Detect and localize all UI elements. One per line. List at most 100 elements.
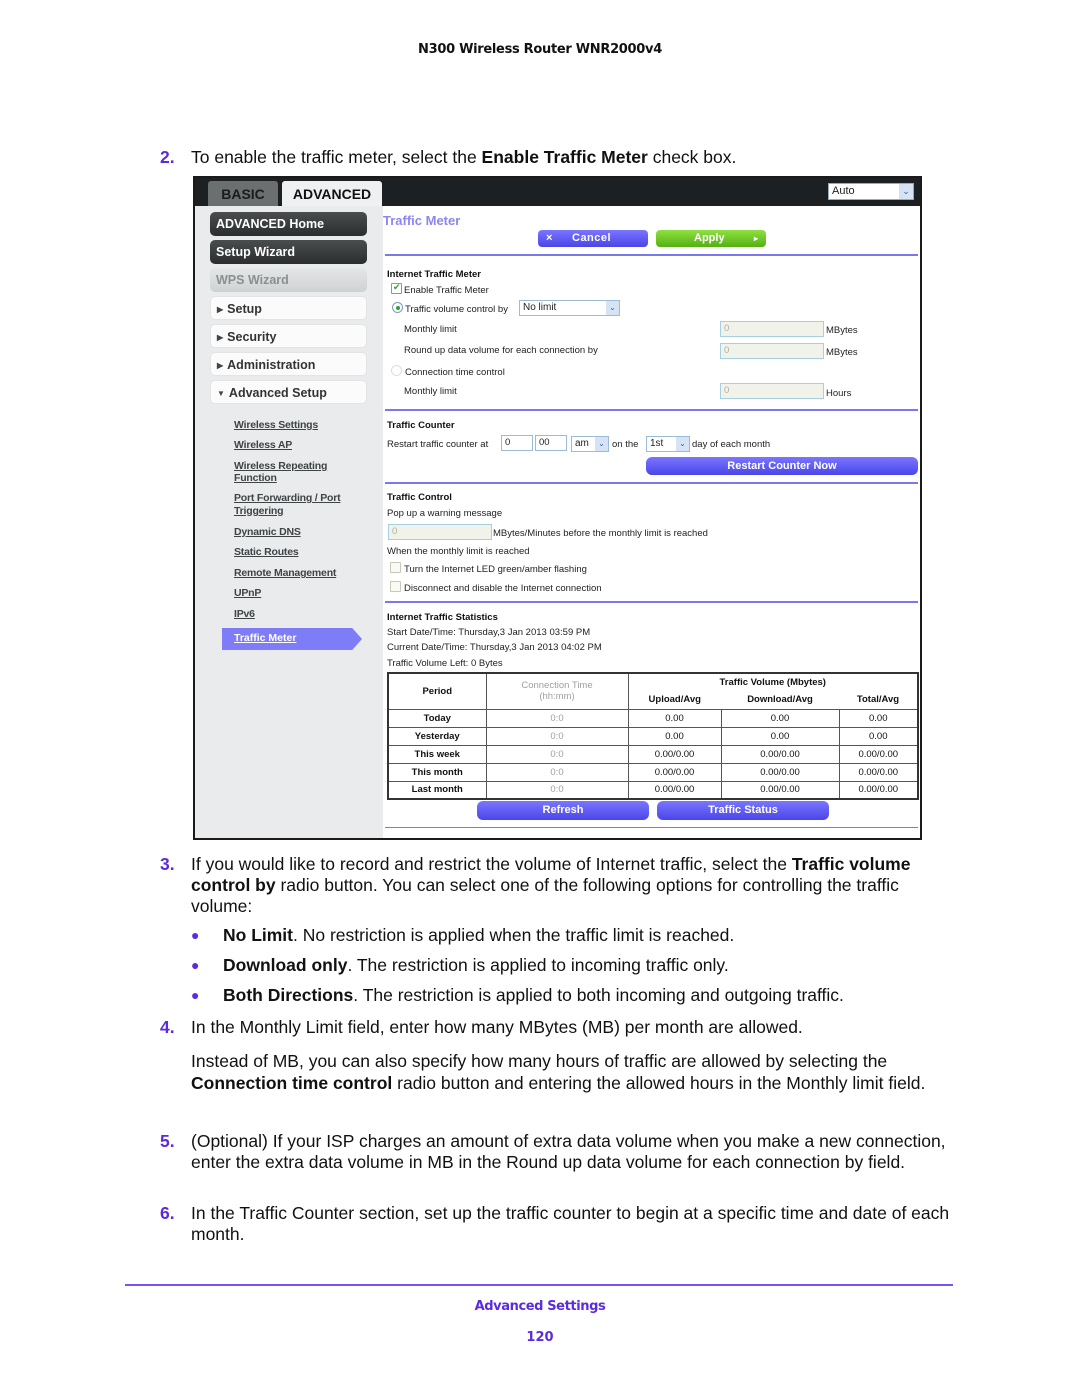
tab-basic[interactable]: BASIC xyxy=(208,181,278,206)
popup-warning-input[interactable]: 0 xyxy=(388,524,492,540)
step-text: check box. xyxy=(647,147,737,167)
sidebar-link-wireless-settings[interactable]: Wireless Settings xyxy=(234,419,318,431)
cell-upload: 0.00/0.00 xyxy=(627,780,722,800)
caret-right-icon: ▶ xyxy=(217,361,224,370)
sidebar-link-wireless-repeating[interactable]: Wireless Repeating xyxy=(234,460,327,472)
traffic-statistics-table: Period Connection Time (hh:mm) Traffic Vo… xyxy=(387,672,919,800)
sidebar: ADVANCED Home Setup Wizard WPS Wizard ▶ S… xyxy=(195,206,383,838)
volume-control-value: No limit xyxy=(523,302,557,313)
cell-total: 0.00/0.00 xyxy=(838,780,919,800)
caret-down-icon: ▼ xyxy=(217,389,225,398)
bullet-text: . The restriction is applied to both inc… xyxy=(353,985,844,1005)
volume-control-select[interactable]: No limit ⌄ xyxy=(519,300,620,316)
step-6: 6. In the Traffic Counter section, set u… xyxy=(160,1203,950,1245)
play-arrow-icon: ▸ xyxy=(754,234,759,243)
sidebar-link-upnp[interactable]: UPnP xyxy=(234,587,261,599)
sidebar-link-wireless-ap[interactable]: Wireless AP xyxy=(234,439,292,451)
cell-upload: 0.00/0.00 xyxy=(627,762,722,782)
step-text: radio button. You can select one of the … xyxy=(191,875,899,916)
bullet-both-directions: ● Both Directions. The restriction is ap… xyxy=(191,985,951,1006)
restart-counter-now-button[interactable]: Restart Counter Now xyxy=(646,457,918,475)
ampm-select[interactable]: am ⌄ xyxy=(571,436,609,452)
sidebar-administration[interactable]: ▶ Administration xyxy=(210,352,367,376)
sidebar-setup-wizard[interactable]: Setup Wizard xyxy=(210,240,367,264)
time-monthly-limit-input[interactable]: 0 xyxy=(720,383,824,399)
step-number: 3. xyxy=(160,854,175,874)
header-total: Total/Avg xyxy=(839,691,919,710)
table-row: Today 0:0 0.00 0.00 0.00 xyxy=(387,708,919,728)
cell-total: 0.00/0.00 xyxy=(838,744,919,764)
cell-total: 0.00 xyxy=(838,708,919,728)
sidebar-link-dynamic-dns[interactable]: Dynamic DNS xyxy=(234,526,301,538)
header-connection-time-unit: (hh:mm) xyxy=(539,691,575,703)
round-up-unit: MBytes xyxy=(826,347,858,358)
footer-divider xyxy=(125,1284,953,1286)
enable-traffic-meter-checkbox[interactable] xyxy=(391,282,402,294)
step-4: 4. In the Monthly Limit field, enter how… xyxy=(160,1017,950,1038)
cancel-button[interactable]: × Cancel xyxy=(538,230,648,247)
note-text: Instead of MB, you can also specify how … xyxy=(191,1051,888,1071)
sidebar-wps-wizard[interactable]: WPS Wizard xyxy=(210,268,367,292)
page-title: Traffic Meter xyxy=(383,213,461,228)
chevron-down-icon: ⌄ xyxy=(676,437,689,451)
caret-right-icon: ▶ xyxy=(217,305,224,314)
step-text: (Optional) If your ISP charges an amount… xyxy=(191,1131,946,1172)
step-text: In the Traffic Counter section, set up t… xyxy=(191,1203,950,1244)
footer-section-title: Advanced Settings xyxy=(474,1299,606,1314)
language-value: Auto xyxy=(832,185,855,197)
restart-hour-input[interactable]: 0 xyxy=(501,435,533,451)
cell-conn: 0:0 xyxy=(485,708,629,728)
apply-button[interactable]: Apply ▸ xyxy=(656,230,766,247)
sidebar-setup[interactable]: ▶ Setup xyxy=(210,296,367,320)
cell-download: 0.00/0.00 xyxy=(720,762,840,782)
table-row: Last month 0:0 0.00/0.00 0.00/0.00 0.00/… xyxy=(387,780,919,800)
on-the-label: on the xyxy=(612,439,639,450)
header-connection-time: Connection Time (hh:mm) xyxy=(485,672,629,710)
cell-upload: 0.00/0.00 xyxy=(627,744,722,764)
sidebar-link-static-routes[interactable]: Static Routes xyxy=(234,546,299,558)
connection-time-label: Connection time control xyxy=(405,367,505,378)
sidebar-security[interactable]: ▶ Security xyxy=(210,324,367,348)
traffic-status-button[interactable]: Traffic Status xyxy=(657,801,829,820)
popup-warning-suffix: MBytes/Minutes before the monthly limit … xyxy=(493,528,708,539)
ampm-value: am xyxy=(575,438,589,449)
restart-minute-input[interactable]: 00 xyxy=(535,435,567,451)
step-4-note: Instead of MB, you can also specify how … xyxy=(191,1051,961,1094)
connection-time-radio[interactable] xyxy=(391,365,402,376)
step-5: 5. (Optional) If your ISP charges an amo… xyxy=(160,1131,950,1173)
volume-control-radio[interactable] xyxy=(392,302,403,313)
sidebar-link-traffic-meter[interactable]: Traffic Meter xyxy=(222,628,362,650)
sidebar-advanced-setup[interactable]: ▼ Advanced Setup xyxy=(210,380,367,404)
sidebar-label: Setup xyxy=(227,302,262,316)
restart-counter-label: Restart traffic counter at xyxy=(387,439,489,450)
tab-advanced[interactable]: ADVANCED xyxy=(282,181,382,206)
sidebar-link-port-forwarding[interactable]: Port Forwarding / Port xyxy=(234,492,341,504)
refresh-button[interactable]: Refresh xyxy=(477,801,649,820)
chevron-down-icon: ⌄ xyxy=(595,437,608,451)
cell-conn: 0:0 xyxy=(485,726,629,746)
round-up-label: Round up data volume for each connection… xyxy=(404,345,598,356)
table-row: This month 0:0 0.00/0.00 0.00/0.00 0.00/… xyxy=(387,762,919,782)
sidebar-link-ipv6[interactable]: IPv6 xyxy=(234,608,255,620)
monthly-limit-input[interactable]: 0 xyxy=(720,321,824,337)
sidebar-advanced-home[interactable]: ADVANCED Home xyxy=(210,212,367,236)
divider xyxy=(385,409,918,411)
sidebar-link-wireless-repeating-2[interactable]: Function xyxy=(234,472,277,484)
section-title-traffic-control: Traffic Control xyxy=(387,492,452,503)
bullet-icon: ● xyxy=(191,927,200,943)
cell-download: 0.00 xyxy=(720,726,840,746)
close-icon: × xyxy=(546,232,553,244)
led-flashing-checkbox[interactable] xyxy=(390,562,401,573)
step-text: To enable the traffic meter, select the xyxy=(191,147,482,167)
round-up-input[interactable]: 0 xyxy=(720,343,824,359)
sidebar-link-port-forwarding-2[interactable]: Triggering xyxy=(234,505,284,517)
language-select[interactable]: Auto ⌄ xyxy=(828,183,914,200)
bullet-text: . The restriction is applied to incoming… xyxy=(347,955,729,975)
cell-period: This month xyxy=(387,762,487,782)
router-screenshot: BASIC ADVANCED Auto ⌄ ADVANCED Home Setu… xyxy=(193,176,922,840)
cell-period: Yesterday xyxy=(387,726,487,746)
day-select[interactable]: 1st ⌄ xyxy=(646,436,690,452)
sidebar-link-remote-management[interactable]: Remote Management xyxy=(234,567,336,579)
sidebar-active-label: Traffic Meter xyxy=(234,632,297,644)
disconnect-checkbox[interactable] xyxy=(390,581,401,592)
